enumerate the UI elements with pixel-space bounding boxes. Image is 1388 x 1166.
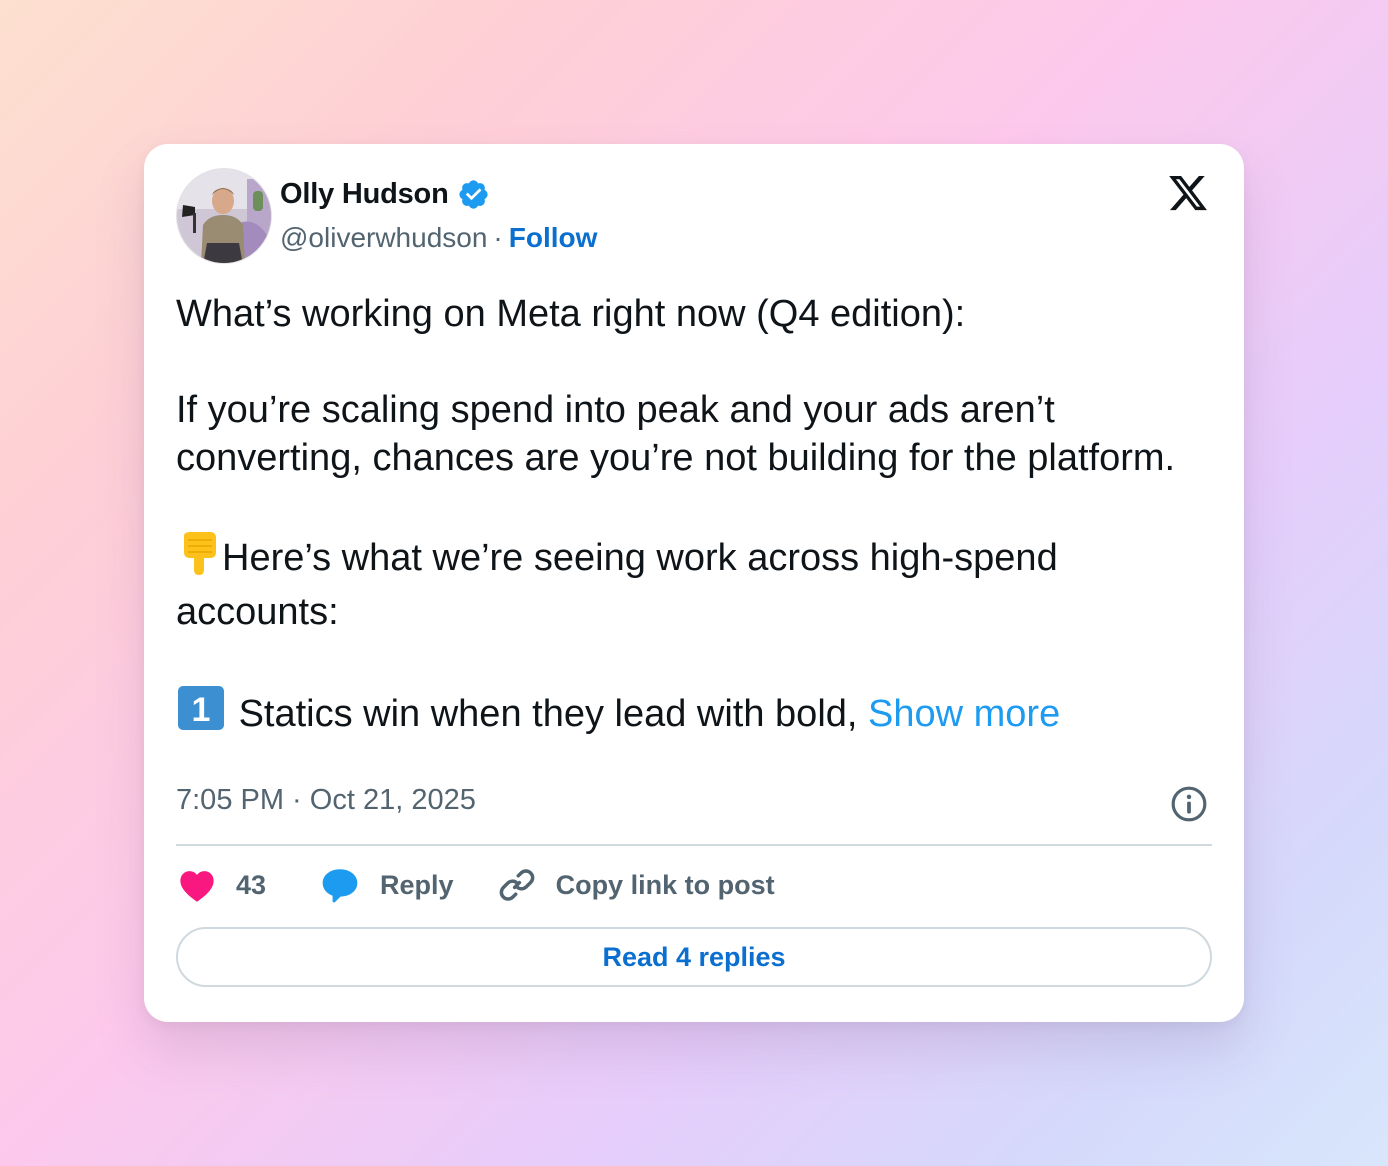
author-name[interactable]: Olly Hudson — [280, 178, 449, 211]
reply-label: Reply — [380, 869, 454, 900]
point-down-icon — [184, 532, 216, 575]
post-card: Olly Hudson @oliverwhudson · Follow What… — [144, 144, 1244, 1022]
read-replies-label: Read 4 replies — [602, 941, 786, 972]
follow-button[interactable]: Follow — [509, 222, 598, 254]
separator-dot: · — [493, 222, 503, 253]
info-icon[interactable] — [1170, 785, 1208, 823]
divider — [176, 844, 1212, 846]
post-paragraph-text: Statics win when they lead with bold, — [238, 693, 858, 735]
x-logo-icon[interactable] — [1166, 172, 1210, 214]
reply-button[interactable]: Reply — [320, 866, 454, 904]
keycap-one-emoji: 1 — [176, 684, 228, 744]
like-button[interactable]: 43 — [178, 867, 266, 903]
heart-icon — [180, 871, 214, 902]
post-text: What’s working on Meta right now (Q4 edi… — [176, 290, 1216, 744]
keycap-one-digit: 1 — [192, 691, 211, 729]
likes-count: 43 — [236, 869, 267, 900]
avatar-photo — [177, 169, 271, 263]
avatar[interactable] — [176, 168, 272, 264]
post-paragraph: What’s working on Meta right now (Q4 edi… — [176, 293, 966, 335]
copy-link-button[interactable]: Copy link to post — [498, 866, 775, 904]
post-paragraph: Here’s what we’re seeing work across hig… — [176, 530, 1216, 636]
read-replies-button[interactable]: Read 4 replies — [176, 927, 1212, 987]
post-paragraph: If you’re scaling spend into peak and yo… — [176, 389, 1176, 479]
keycap-one-icon: 1 — [178, 686, 224, 730]
point-down-emoji — [176, 530, 222, 588]
author-handle[interactable]: @oliverwhudson — [280, 222, 487, 254]
post-paragraph: 1 Statics win when they lead with bold, … — [176, 684, 1216, 744]
link-icon — [499, 869, 534, 901]
post-paragraph-text: Here’s what we’re seeing work across hig… — [176, 537, 1058, 633]
post-timestamp[interactable]: 7:05 PM · Oct 21, 2025 — [176, 784, 476, 817]
show-more-link[interactable]: Show more — [868, 693, 1060, 735]
verified-badge-icon — [459, 179, 488, 209]
speech-bubble-icon — [322, 869, 358, 903]
post-actions: 43 Reply Copy link to post — [178, 864, 775, 906]
copy-link-label: Copy link to post — [555, 869, 775, 900]
